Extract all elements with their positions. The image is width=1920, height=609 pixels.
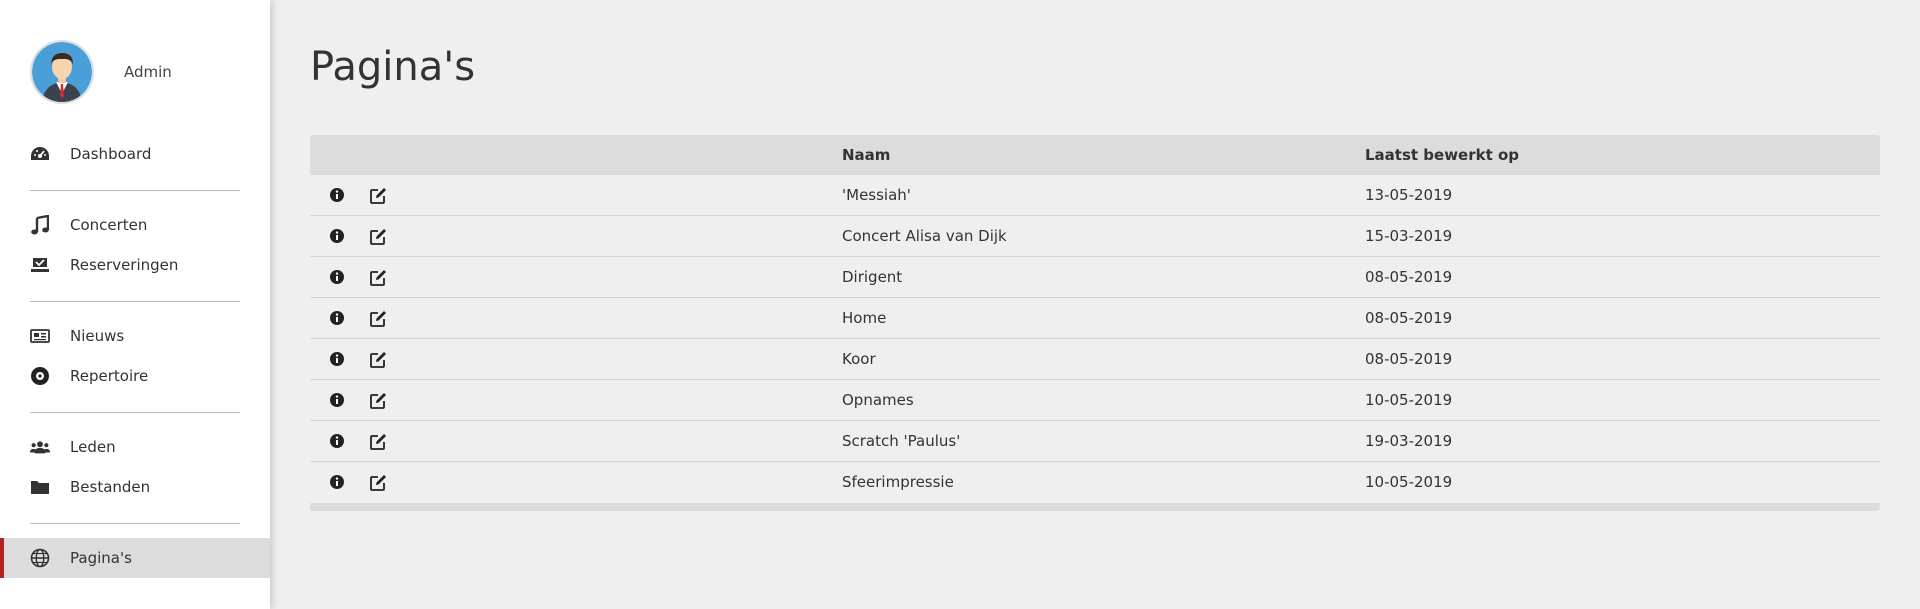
divider [30, 301, 240, 302]
sidebar-item-reserveringen[interactable]: Reserveringen [0, 245, 270, 285]
sidebar-item-label: Reserveringen [70, 256, 179, 274]
table-row: Koor 08-05-2019 [310, 339, 1880, 380]
page-last-edited: 08-05-2019 [1365, 350, 1453, 368]
edit-icon[interactable] [369, 228, 387, 246]
tachometer-icon [30, 144, 50, 164]
sidebar-item-nieuws[interactable]: Nieuws [0, 316, 270, 356]
edit-icon[interactable] [369, 269, 387, 287]
info-icon[interactable] [329, 310, 347, 328]
users-icon [30, 437, 50, 457]
sidebar-item-label: Concerten [70, 216, 148, 234]
table-row: Sfeerimpressie 10-05-2019 [310, 462, 1880, 503]
info-icon[interactable] [329, 474, 347, 492]
divider [30, 190, 240, 191]
pages-table: Naam Laatst bewerkt op 'Messiah' 13-05-2… [310, 135, 1880, 511]
sidebar-item-leden[interactable]: Leden [0, 427, 270, 467]
username: Admin [124, 63, 172, 81]
sidebar-item-label: Pagina's [70, 549, 132, 567]
table-body: 'Messiah' 13-05-2019 Concert Alisa van D… [310, 175, 1880, 503]
sidebar-item-label: Dashboard [70, 145, 152, 163]
newspaper-icon [30, 326, 50, 346]
info-icon[interactable] [329, 269, 347, 287]
page-last-edited: 08-05-2019 [1365, 309, 1453, 327]
sidebar-item-dashboard[interactable]: Dashboard [0, 134, 270, 174]
page-name: Concert Alisa van Dijk [842, 227, 1007, 245]
page-name: Home [842, 309, 887, 327]
table-row: Dirigent 08-05-2019 [310, 257, 1880, 298]
edit-icon[interactable] [369, 433, 387, 451]
page-name: Sfeerimpressie [842, 473, 954, 491]
page-last-edited: 19-03-2019 [1365, 432, 1453, 450]
avatar [30, 40, 94, 104]
sidebar-item-label: Leden [70, 438, 116, 456]
sidebar-item-paginas[interactable]: Pagina's [0, 538, 270, 578]
sidebar-item-label: Repertoire [70, 367, 149, 385]
page-last-edited: 10-05-2019 [1365, 391, 1453, 409]
folder-icon [30, 477, 50, 497]
edit-icon[interactable] [369, 474, 387, 492]
check-box-icon [30, 255, 50, 275]
page-last-edited: 15-03-2019 [1365, 227, 1453, 245]
edit-icon[interactable] [369, 187, 387, 205]
page-name: Koor [842, 350, 876, 368]
page-name: 'Messiah' [842, 186, 911, 204]
page-last-edited: 10-05-2019 [1365, 473, 1453, 491]
edit-icon[interactable] [369, 310, 387, 328]
user-profile: Admin [30, 40, 172, 104]
sidebar-item-bestanden[interactable]: Bestanden [0, 467, 270, 507]
main-content: Pagina's Naam Laatst bewerkt op 'Messiah… [270, 0, 1920, 609]
sidebar-item-label: Bestanden [70, 478, 151, 496]
page-last-edited: 13-05-2019 [1365, 186, 1453, 204]
table-header: Naam Laatst bewerkt op [310, 135, 1880, 175]
column-header-naam[interactable]: Naam [842, 135, 890, 175]
globe-icon [30, 548, 50, 568]
table-row: Scratch 'Paulus' 19-03-2019 [310, 421, 1880, 462]
divider [30, 523, 240, 524]
sidebar-item-label: Nieuws [70, 327, 125, 345]
info-icon[interactable] [329, 351, 347, 369]
info-icon[interactable] [329, 392, 347, 410]
table-row: 'Messiah' 13-05-2019 [310, 175, 1880, 216]
info-icon[interactable] [329, 228, 347, 246]
info-icon[interactable] [329, 187, 347, 205]
page-name: Scratch 'Paulus' [842, 432, 961, 450]
sidebar-item-concerten[interactable]: Concerten [0, 205, 270, 245]
sidebar: Admin Dashboard Concerten Reserveringen [0, 0, 270, 609]
column-header-laatst-bewerkt[interactable]: Laatst bewerkt op [1365, 135, 1519, 175]
page-title: Pagina's [310, 44, 476, 90]
table-row: Concert Alisa van Dijk 15-03-2019 [310, 216, 1880, 257]
record-icon [30, 366, 50, 386]
page-last-edited: 08-05-2019 [1365, 268, 1453, 286]
info-icon[interactable] [329, 433, 347, 451]
edit-icon[interactable] [369, 392, 387, 410]
page-name: Dirigent [842, 268, 903, 286]
divider [30, 412, 240, 413]
table-row: Opnames 10-05-2019 [310, 380, 1880, 421]
page-name: Opnames [842, 391, 914, 409]
edit-icon[interactable] [369, 351, 387, 369]
table-row: Home 08-05-2019 [310, 298, 1880, 339]
music-icon [30, 215, 50, 235]
sidebar-item-repertoire[interactable]: Repertoire [0, 356, 270, 396]
